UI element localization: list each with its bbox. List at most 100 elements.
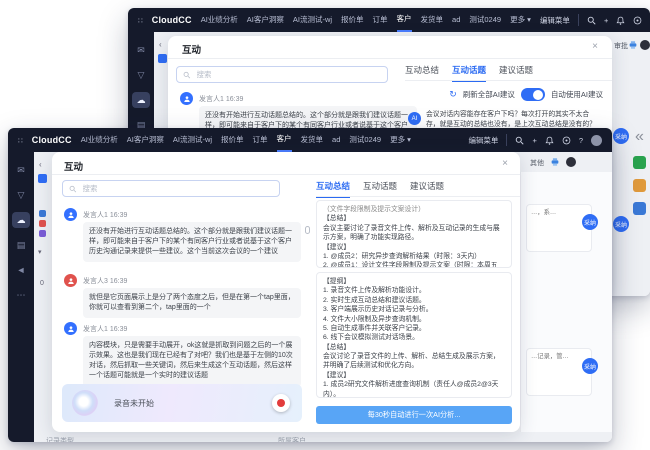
nav-item[interactable]: 测试0249: [469, 8, 501, 32]
accept-button[interactable]: 采纳: [613, 216, 629, 232]
record-dot-icon: [277, 399, 285, 407]
chat-icon[interactable]: ✉: [12, 162, 30, 178]
files-icon[interactable]: ▤: [12, 237, 30, 253]
avatar[interactable]: [640, 40, 650, 50]
nav-item[interactable]: 报价单: [341, 8, 364, 32]
nav-item[interactable]: AI业绩分析: [81, 128, 118, 152]
suggest-item: 2. @成员1：设计文件字段限制及提示文案（时限：本周五前）: [323, 262, 498, 268]
question-icon[interactable]: ?: [579, 136, 583, 145]
dialog-title: 互动: [64, 162, 84, 173]
help-icon[interactable]: [633, 16, 642, 25]
brand-logo[interactable]: CloudCC: [32, 135, 72, 145]
search-icon: [183, 71, 191, 78]
section-label: 【提纲】: [323, 278, 351, 285]
suggestion-card: …，系…: [526, 204, 592, 252]
plus-icon[interactable]: +: [532, 136, 536, 145]
related-icon[interactable]: [39, 210, 46, 217]
brand-logo[interactable]: CloudCC: [152, 15, 192, 25]
filter-icon[interactable]: ▽: [132, 67, 150, 83]
avatar[interactable]: [566, 157, 576, 167]
back-arrow[interactable]: ‹: [159, 40, 162, 49]
help-icon[interactable]: [562, 136, 571, 145]
accept-button[interactable]: 采纳: [582, 358, 598, 374]
edit-menu-button[interactable]: 编辑菜单: [540, 15, 570, 26]
dialog-title: 互动: [182, 45, 202, 56]
nav-item[interactable]: AI业绩分析: [201, 8, 238, 32]
nav-item[interactable]: 订单: [253, 128, 268, 152]
nav-item[interactable]: AI流测试-wj: [293, 8, 332, 32]
chat-icon[interactable]: ✉: [132, 42, 150, 58]
attachment-pin-icon[interactable]: [305, 226, 310, 234]
suggest-item: 1. @成员2：研究异步查询解析结果（时限：3天内）: [323, 252, 481, 260]
nav-more-dropdown[interactable]: 更多 ▾: [390, 128, 411, 152]
nav-item[interactable]: 发货单: [301, 128, 324, 152]
back-arrow[interactable]: ‹: [39, 160, 42, 169]
collapse-icon[interactable]: «: [635, 128, 644, 146]
nav-item[interactable]: 订单: [373, 8, 388, 32]
expand-caret[interactable]: ▾: [38, 248, 42, 256]
more-icon[interactable]: ⋯: [12, 287, 30, 303]
chat-bubble: 就但是它页面展示上是分了两个态度之后，但是在第一个tap里面，你就可以查看到第二…: [83, 288, 301, 319]
front-window: ∷ CloudCC AI业绩分析 AI客户洞察 AI流测试-wj 报价单 订单 …: [8, 128, 612, 442]
auto-ai-label: 自动使用AI建议: [550, 90, 603, 99]
nav-item-customers[interactable]: 客户: [276, 128, 292, 152]
search-input[interactable]: [80, 183, 273, 194]
accept-button[interactable]: 采纳: [582, 214, 598, 230]
speaker-avatar: [64, 274, 77, 287]
printer-icon[interactable]: [628, 40, 638, 50]
summary-card: （文件字段限制及提示文案设计） 【总结】 会议主要讨论了录音文件上传、解析及互动…: [316, 200, 512, 268]
apps-grid-icon[interactable]: ∷: [18, 136, 23, 145]
record-type-icon: [158, 54, 167, 63]
filter-icon[interactable]: ▽: [12, 187, 30, 203]
apps-grid-icon[interactable]: ∷: [138, 16, 143, 25]
nav-item[interactable]: 发货单: [421, 8, 444, 32]
outline-item: 4. 文件大小限制及异步查询机制。: [323, 315, 426, 323]
related-icon[interactable]: [39, 230, 46, 237]
bell-icon[interactable]: [616, 16, 625, 25]
search-icon[interactable]: [587, 16, 596, 25]
printer-icon[interactable]: [550, 157, 560, 167]
nav-item[interactable]: AI客户洞察: [127, 128, 164, 152]
nav-item[interactable]: AI流测试-wj: [173, 128, 212, 152]
utility-sidebar: «: [633, 128, 646, 215]
close-icon[interactable]: ×: [502, 158, 508, 169]
nav-item[interactable]: 测试0249: [349, 128, 381, 152]
notes-icon[interactable]: [633, 202, 646, 215]
search-icon: [69, 185, 77, 192]
speaker-avatar: [64, 208, 77, 221]
nav-item-customers[interactable]: 客户: [396, 8, 412, 32]
refresh-icon[interactable]: ↻: [449, 89, 457, 100]
record-button[interactable]: [272, 394, 290, 412]
speaker-name-time: 发言人1 16:39: [83, 212, 128, 219]
search-input[interactable]: [194, 69, 381, 80]
auto-ai-toggle[interactable]: [520, 88, 545, 101]
close-icon[interactable]: ×: [592, 41, 598, 52]
nav-item[interactable]: 报价单: [221, 128, 244, 152]
outline-item: 6. 线下会议模拟测试对话场景。: [323, 334, 419, 342]
plus-icon[interactable]: +: [604, 16, 608, 25]
suggestion-card: …记录，管…: [526, 348, 592, 396]
other-button[interactable]: 其他: [530, 158, 544, 168]
ai-analysis-button[interactable]: 每30秒自动进行一次AI分析...: [316, 406, 512, 424]
avatar[interactable]: [591, 134, 602, 146]
cloud-icon[interactable]: ☁: [12, 212, 30, 228]
cloud-icon[interactable]: ☁: [132, 92, 150, 108]
refresh-ai-button[interactable]: 刷新全部AI建议: [463, 89, 515, 100]
nav-item[interactable]: AI客户洞察: [247, 8, 284, 32]
folder-icon[interactable]: [633, 179, 646, 192]
section-label: 【建议】: [323, 243, 351, 251]
nav-more-dropdown[interactable]: 更多 ▾: [510, 8, 531, 32]
bell-icon[interactable]: [545, 136, 554, 145]
approve-button[interactable]: 审批: [614, 41, 628, 51]
speaker-avatar: [64, 322, 77, 335]
nav-item[interactable]: ad: [452, 8, 460, 32]
tasks-icon[interactable]: [633, 156, 646, 169]
search-box: [176, 66, 388, 83]
accept-button[interactable]: 采纳: [613, 128, 629, 144]
nav-item[interactable]: ad: [332, 128, 340, 152]
search-icon[interactable]: [515, 136, 525, 145]
edit-menu-button[interactable]: 编辑菜单: [468, 135, 498, 146]
speaker-avatar: [180, 92, 193, 105]
megaphone-icon[interactable]: ◄: [12, 262, 30, 278]
related-icon[interactable]: [39, 220, 46, 227]
